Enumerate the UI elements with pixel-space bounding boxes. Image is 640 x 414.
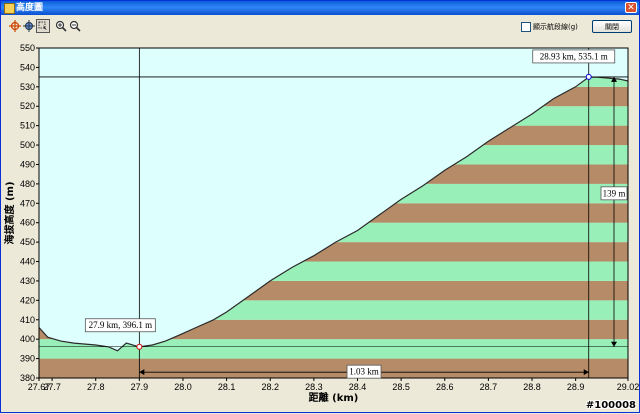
y-tick-label: 480 <box>20 179 35 189</box>
point-b-label: 28.93 km, 535.1 m <box>540 51 608 61</box>
x-tick-label: 28.7 <box>480 382 498 392</box>
show-legs-toggle[interactable]: 顯示航段線(g) <box>521 22 578 32</box>
window-title: 高度圖 <box>16 3 44 13</box>
y-tick-label: 530 <box>20 82 35 92</box>
x-tick-label: 28.5 <box>392 382 410 392</box>
y-tick-label: 440 <box>20 257 35 267</box>
watermark: #100008 <box>585 400 636 411</box>
x-tick-label: 28.9 <box>567 382 585 392</box>
y-axis-label: 海拔高度 (m) <box>3 181 16 244</box>
y-tick-label: 410 <box>20 315 35 325</box>
close-button[interactable]: 關閉 <box>592 20 632 33</box>
y-tick-label: 490 <box>20 159 35 169</box>
y-tick-label: 470 <box>20 198 35 208</box>
show-legs-checkbox[interactable] <box>521 22 531 32</box>
window-close-button[interactable]: ✕ <box>625 2 637 13</box>
crosshair-icon[interactable] <box>8 19 22 33</box>
x-tick-label: 28.6 <box>436 382 454 392</box>
x-tick-label: 28.2 <box>261 382 279 392</box>
x-tick-label: 28.0 <box>174 382 192 392</box>
zoom-in-icon[interactable] <box>54 19 68 33</box>
x-tick-label: 27.9 <box>131 382 149 392</box>
show-legs-label: 顯示航段線(g) <box>533 23 578 31</box>
elevation-chart[interactable]: 3803904004104204304404504604704804905005… <box>1 38 640 414</box>
y-tick-label: 450 <box>20 237 35 247</box>
y-tick-label: 390 <box>20 354 35 364</box>
elevation-window: 高度圖 ✕ 顯示航段線(g) 關閉 380 390 400 410 420 430 440 4… <box>0 0 640 413</box>
x-tick-label: 28.4 <box>349 382 367 392</box>
y-tick-label: 400 <box>20 334 35 344</box>
x-axis-label: 距離 (km) <box>309 391 359 404</box>
point-a-marker <box>136 343 143 350</box>
y-tick-label: 420 <box>20 295 35 305</box>
zoom-out-icon[interactable] <box>68 19 82 33</box>
point-a-label: 27.9 km, 396.1 m <box>89 320 153 330</box>
select-icon[interactable] <box>36 19 50 33</box>
y-tick-label: 510 <box>20 121 35 131</box>
y-tick-label: 550 <box>20 43 35 53</box>
x-tick-label: 28.8 <box>523 382 541 392</box>
move-icon[interactable] <box>22 19 36 33</box>
elevation-band <box>39 358 628 378</box>
x-tick-label: 27.7 <box>43 382 61 392</box>
y-tick-label: 500 <box>20 140 35 150</box>
x-tick-label: 29.02 <box>617 382 640 392</box>
x-tick-label: 28.1 <box>218 382 236 392</box>
x-tick-label: 28.3 <box>305 382 323 392</box>
title-bar[interactable]: 高度圖 ✕ <box>1 1 639 15</box>
point-b-marker <box>585 73 592 80</box>
y-tick-label: 430 <box>20 276 35 286</box>
vertical-span-label: 139 m <box>603 188 626 198</box>
x-tick-label: 27.8 <box>87 382 105 392</box>
y-tick-label: 540 <box>20 62 35 72</box>
horizontal-span-label: 1.03 km <box>349 367 379 377</box>
toolbar: 顯示航段線(g) 關閉 <box>2 16 638 38</box>
y-tick-label: 460 <box>20 218 35 228</box>
y-tick-label: 520 <box>20 101 35 111</box>
app-icon <box>4 3 15 14</box>
